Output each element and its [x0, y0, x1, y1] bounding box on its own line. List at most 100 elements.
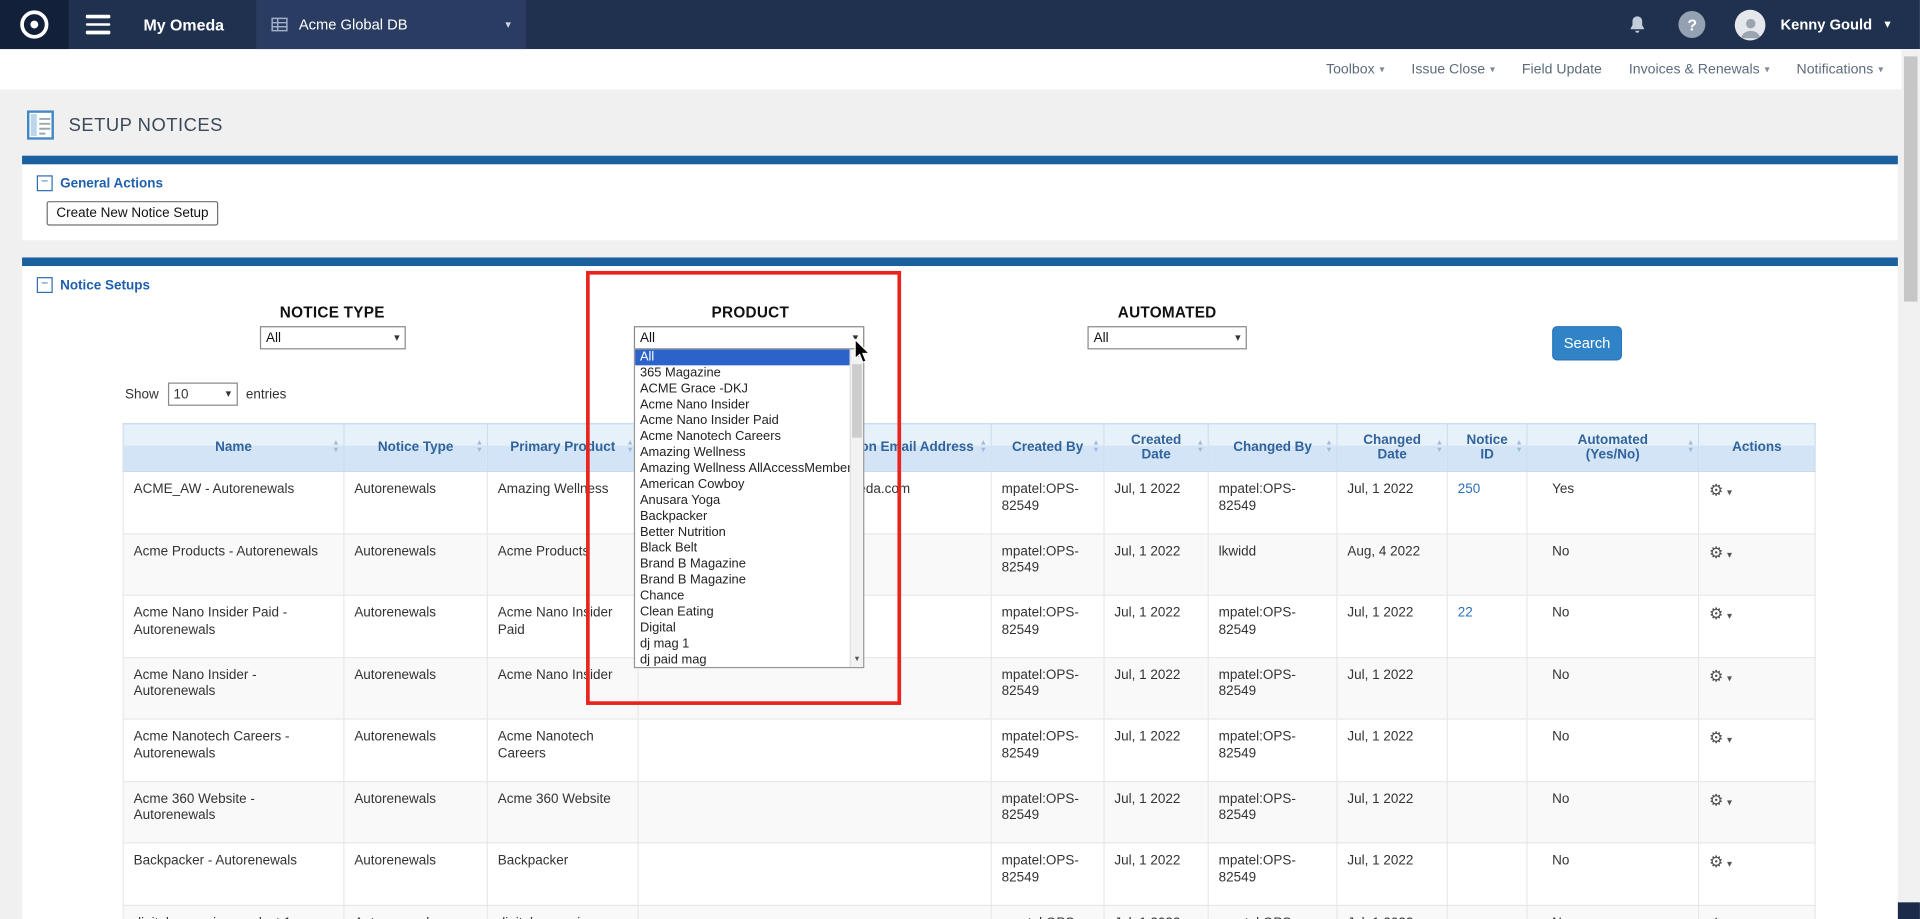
sort-desc-icon: ▼: [627, 447, 634, 454]
cell-changed_date: Aug, 4 2022: [1337, 533, 1447, 595]
page-scrollbar-thumb[interactable]: [1904, 56, 1917, 301]
toolbar-link-issue-close[interactable]: Issue Close▾: [1411, 62, 1495, 77]
product-option[interactable]: Acme Nano Insider Paid: [635, 413, 854, 429]
product-option[interactable]: All: [635, 349, 854, 365]
gear-icon[interactable]: ⚙: [1709, 852, 1723, 870]
sort-icon[interactable]: ▲▼: [627, 441, 634, 454]
column-header[interactable]: Changed By▲▼: [1208, 424, 1337, 472]
cell-name: Acme Nanotech Careers - Autorenewals: [123, 719, 344, 781]
gear-icon[interactable]: ⚙: [1709, 666, 1723, 684]
cell-email: [638, 719, 991, 781]
sort-icon[interactable]: ▲▼: [332, 441, 339, 454]
notifications-bell-icon[interactable]: [1626, 13, 1649, 36]
page-scrollbar[interactable]: [1902, 49, 1920, 919]
chevron-down-icon[interactable]: ▾: [1727, 858, 1732, 869]
sort-icon[interactable]: ▲▼: [980, 441, 987, 454]
person-icon: [1737, 13, 1764, 40]
column-header[interactable]: Primary Product▲▼: [487, 424, 638, 472]
sort-icon[interactable]: ▲▼: [1436, 441, 1443, 454]
sort-icon[interactable]: ▲▼: [1515, 441, 1522, 454]
scroll-up-icon[interactable]: ▲: [851, 349, 863, 362]
product-option[interactable]: Amazing Wellness: [635, 445, 854, 461]
product-option[interactable]: Brand B Magazine: [635, 557, 854, 573]
product-option[interactable]: Acme Nanotech Careers: [635, 429, 854, 445]
chevron-down-icon[interactable]: ▾: [1727, 734, 1732, 745]
product-option[interactable]: Amazing Wellness AllAccessMembership: [635, 461, 854, 477]
product-option[interactable]: Better Nutrition: [635, 525, 854, 541]
gear-icon[interactable]: ⚙: [1709, 914, 1723, 919]
collapse-icon[interactable]: −: [37, 277, 53, 293]
product-option[interactable]: Clean Eating: [635, 604, 854, 620]
gear-icon[interactable]: ⚙: [1709, 728, 1723, 746]
notice-type-select[interactable]: All ▾: [260, 326, 406, 349]
product-option[interactable]: dj paid mag: [635, 652, 854, 668]
notice-id-link[interactable]: 22: [1458, 606, 1473, 621]
product-select[interactable]: All ▾: [634, 326, 864, 349]
sort-icon[interactable]: ▲▼: [1197, 441, 1204, 454]
omeda-logo-icon: [17, 7, 51, 41]
dropdown-scrollbar[interactable]: ▲ ▼: [850, 349, 863, 667]
cell-notice_type: Autorenewals: [344, 657, 487, 719]
product-option[interactable]: Anusara Yoga: [635, 493, 854, 509]
user-avatar[interactable]: [1735, 9, 1766, 40]
product-option[interactable]: Acme Nano Insider: [635, 397, 854, 413]
sort-icon[interactable]: ▲▼: [1325, 441, 1332, 454]
gear-icon[interactable]: ⚙: [1709, 481, 1723, 499]
toolbar-link-toolbox[interactable]: Toolbox▾: [1326, 62, 1384, 77]
toolbar-link-field-update[interactable]: Field Update: [1522, 62, 1602, 77]
column-header[interactable]: Created By▲▼: [991, 424, 1104, 472]
menu-icon[interactable]: [86, 15, 111, 34]
chevron-down-icon[interactable]: ▾: [1727, 549, 1732, 560]
scroll-down-icon[interactable]: ▼: [851, 653, 863, 666]
cell-created_by: mpatel:OPS-82549: [991, 719, 1104, 781]
chevron-down-icon[interactable]: ▾: [1727, 487, 1732, 498]
automated-select[interactable]: All ▾: [1087, 326, 1246, 349]
product-option[interactable]: dj mag 1: [635, 636, 854, 652]
column-header[interactable]: Notice ID▲▼: [1447, 424, 1527, 472]
product-option[interactable]: Digital: [635, 620, 854, 636]
column-header[interactable]: Automated (Yes/No)▲▼: [1527, 424, 1699, 472]
chevron-down-icon[interactable]: ▾: [1727, 672, 1732, 683]
gear-icon[interactable]: ⚙: [1709, 604, 1723, 622]
column-header[interactable]: Created Date ▲▼: [1104, 424, 1208, 472]
product-option[interactable]: Brand B Magazine: [635, 573, 854, 589]
column-header-label: Actions: [1732, 440, 1781, 455]
toolbar-link-notifications[interactable]: Notifications▾: [1797, 62, 1884, 77]
chevron-down-icon[interactable]: ▾: [1884, 18, 1890, 31]
product-option[interactable]: 365 Magazine: [635, 365, 854, 381]
column-header-label: Name: [215, 440, 252, 455]
app-canvas: My Omeda Acme Global DB ▾ ?: [0, 0, 1920, 919]
chevron-down-icon[interactable]: ▾: [1727, 611, 1732, 622]
column-header[interactable]: Changed Date▲▼: [1337, 424, 1447, 472]
row-actions: ⚙▾: [1699, 657, 1815, 719]
sort-icon[interactable]: ▲▼: [476, 441, 483, 454]
brand-title[interactable]: My Omeda: [143, 15, 224, 33]
sort-icon[interactable]: ▲▼: [1687, 441, 1694, 454]
help-icon[interactable]: ?: [1679, 11, 1706, 38]
collapse-icon[interactable]: −: [37, 175, 53, 191]
gear-icon[interactable]: ⚙: [1709, 790, 1723, 808]
product-option[interactable]: ACME Grace -DKJ: [635, 381, 854, 397]
column-header[interactable]: Notice Type▲▼: [344, 424, 487, 472]
notice-setups-toggle[interactable]: − Notice Setups: [37, 277, 150, 293]
product-option[interactable]: Chance: [635, 588, 854, 604]
column-header[interactable]: Name ▲▼: [123, 424, 344, 472]
omeda-logo[interactable]: [0, 0, 69, 49]
chevron-down-icon[interactable]: ▾: [1727, 796, 1732, 807]
column-header-label: Created Date: [1124, 432, 1188, 463]
page-size-select[interactable]: 10 ▾: [167, 383, 237, 406]
notice-id-link[interactable]: 250: [1458, 482, 1481, 497]
product-option[interactable]: Backpacker: [635, 509, 854, 525]
general-actions-toggle[interactable]: − General Actions: [37, 175, 163, 191]
search-button[interactable]: Search: [1552, 326, 1622, 360]
database-selector[interactable]: Acme Global DB ▾: [256, 0, 526, 49]
product-option[interactable]: Black Belt: [635, 541, 854, 557]
cell-changed_by: mpatel:OPS-82549: [1208, 905, 1337, 919]
create-notice-setup-button[interactable]: Create New Notice Setup: [47, 201, 219, 226]
toolbar-link-invoices-renewals[interactable]: Invoices & Renewals▾: [1629, 62, 1770, 77]
scrollbar-thumb[interactable]: [852, 364, 862, 438]
gear-icon[interactable]: ⚙: [1709, 543, 1723, 561]
user-name[interactable]: Kenny Gould: [1781, 16, 1873, 33]
product-option[interactable]: American Cowboy: [635, 477, 854, 493]
sort-icon[interactable]: ▲▼: [1092, 441, 1099, 454]
